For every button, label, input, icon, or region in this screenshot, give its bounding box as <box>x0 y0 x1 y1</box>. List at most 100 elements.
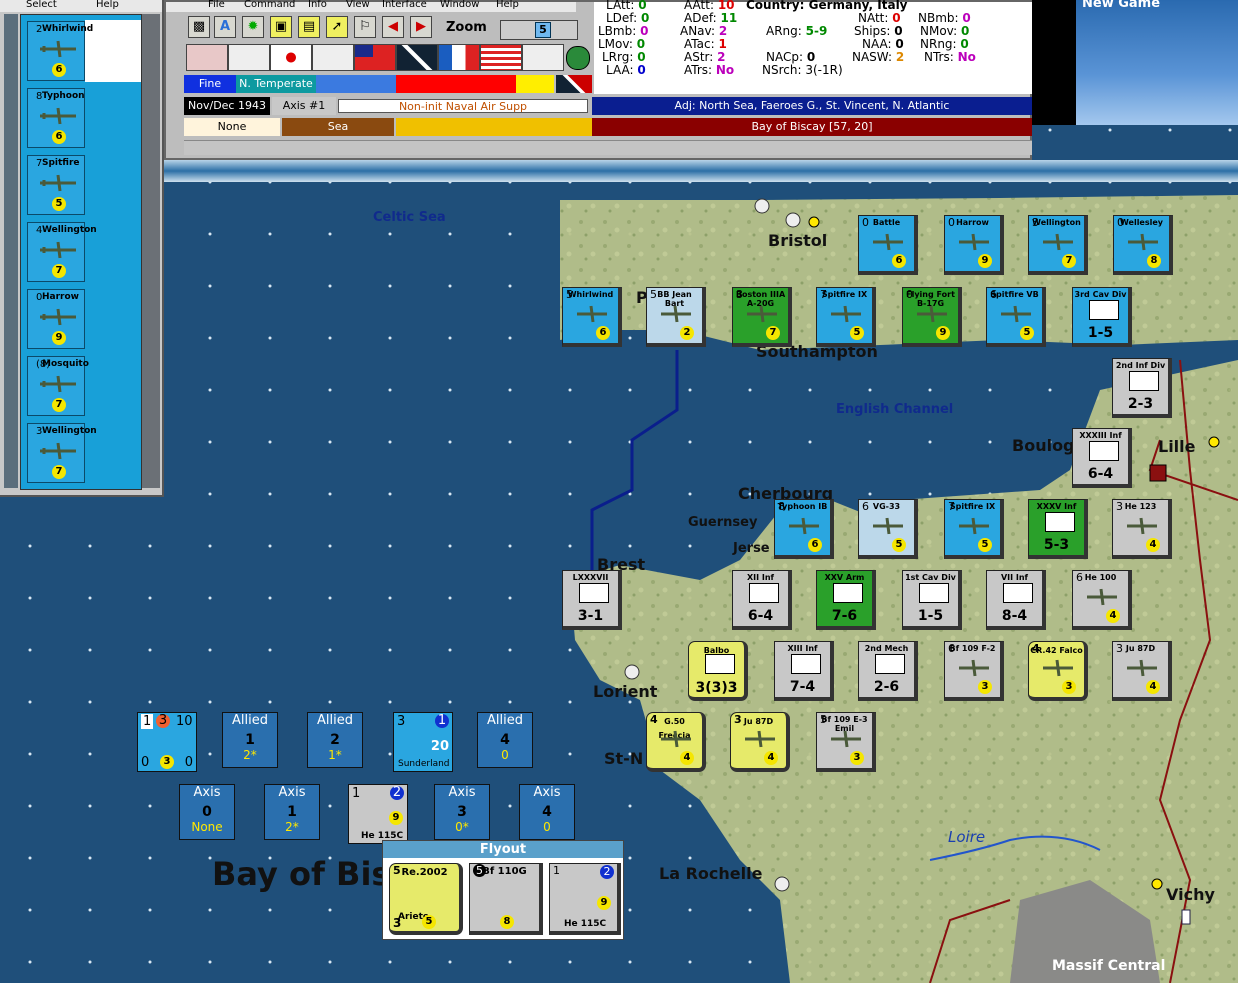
flag-france[interactable] <box>438 44 480 71</box>
map-counter-2[interactable]: Wellington 3 7 <box>1028 215 1088 275</box>
axis-box-4[interactable]: Axis 4 0 <box>519 784 575 840</box>
map-counter-5[interactable]: BB Jean Bart 5 2 <box>646 287 706 347</box>
plane-icon <box>40 241 76 259</box>
allied-naval-counter[interactable]: 1 3 10 0 3 0 <box>137 712 197 772</box>
menu-select-help[interactable]: Help <box>96 0 119 10</box>
map-counter-9[interactable]: Spitfire VB 6 5 <box>986 287 1046 347</box>
tank-icon[interactable]: ▩ <box>188 16 210 38</box>
plane-icon <box>40 107 76 125</box>
map-counter-6[interactable]: Boston IIIA A-20G 3 7 <box>732 287 792 347</box>
map-counter-26[interactable]: 2nd Mech Div2-6 <box>858 641 918 701</box>
allied-box-1[interactable]: Allied 1 2* <box>222 712 278 768</box>
flyout-he115c[interactable]: 1 2 9 He 115C <box>549 863 621 935</box>
menu-select[interactable]: Select <box>26 0 57 10</box>
map-counter-1[interactable]: Harrow 0 9 <box>944 215 1004 275</box>
turn-cell: Nov/Dec 1943 <box>184 97 270 115</box>
select-unit-0[interactable]: 2 Whirlwind 6 <box>27 21 93 81</box>
arrow-left-icon[interactable]: ◀ <box>382 16 404 38</box>
flag-ussr[interactable] <box>522 44 564 71</box>
unit-symbol-icon <box>1003 583 1033 603</box>
unit-symbol-icon <box>919 583 949 603</box>
axis-box-0[interactable]: Axis 0 None <box>179 784 235 840</box>
map-counter-15[interactable]: Spitfire IX 7 5 <box>944 499 1004 559</box>
map-counter-32[interactable]: Bf 109 E-3 Emil 5 3 <box>816 712 876 772</box>
new-game-panel[interactable]: New Game <box>1076 0 1238 125</box>
map-counter-16[interactable]: XXXV Inf 5-3 <box>1028 499 1088 559</box>
map-counter-25[interactable]: XIII Inf 7-4 <box>774 641 834 701</box>
flag-uk[interactable] <box>396 44 438 71</box>
plane-icon <box>1127 659 1157 677</box>
map-counter-24[interactable]: Balbo 3(3)3 <box>688 641 748 701</box>
map-counter-14[interactable]: VG-33 6 5 <box>858 499 918 559</box>
plane-icon <box>1043 659 1073 677</box>
plane-icon <box>1127 517 1157 535</box>
select-unit-1[interactable]: 8 Typhoon 6 <box>27 88 85 148</box>
round-icon[interactable] <box>566 46 590 70</box>
map-counter-12[interactable]: XXXIII Inf 6-4 <box>1072 428 1132 488</box>
gear-icon[interactable]: ✹ <box>242 16 264 38</box>
arrow-right-icon[interactable]: ▶ <box>410 16 432 38</box>
axis-box-3[interactable]: Axis 3 0* <box>434 784 490 840</box>
flag-neutral[interactable] <box>312 44 354 71</box>
menu-info[interactable]: Info <box>308 0 327 10</box>
map-counter-31[interactable]: Ju 87D 3 4 <box>730 712 790 772</box>
allied-box-4[interactable]: Allied 4 0 <box>477 712 533 768</box>
menu-interface[interactable]: Interface <box>382 0 427 10</box>
zoom-out-icon[interactable]: ▤ <box>298 16 320 38</box>
map-counter-8[interactable]: Flying Fort B-17G 0 9 <box>902 287 962 347</box>
zoom-slider-thumb[interactable]: 5 <box>535 22 551 38</box>
map-counter-20[interactable]: XXV Arm 7-6 <box>816 570 876 630</box>
flag-usa[interactable] <box>480 44 522 71</box>
plane-icon <box>831 730 861 748</box>
map-counter-11[interactable]: 2nd Inf Div 2-3 <box>1112 358 1172 418</box>
terrain-cell: Sea <box>282 118 394 136</box>
font-icon[interactable]: A <box>214 16 236 38</box>
map-counter-17[interactable]: He 123 3 4 <box>1112 499 1172 559</box>
select-unit-5[interactable]: (8) Mosquito 7 <box>27 356 89 416</box>
select-unit-3[interactable]: 4 Wellington 7 <box>27 222 97 282</box>
menu-command[interactable]: Command <box>244 0 295 10</box>
zoom-slider[interactable]: 5 <box>500 20 578 40</box>
map-counter-4[interactable]: Whirlwind 5 6 <box>562 287 622 347</box>
select-unit-6[interactable]: 3 Wellington 7 <box>27 423 97 483</box>
map-counter-29[interactable]: Ju 87D 3 4 <box>1112 641 1172 701</box>
map-counter-30[interactable]: G.50 Freccia44 <box>646 712 706 772</box>
pointer-icon[interactable]: ➚ <box>326 16 348 38</box>
sunderland-counter[interactable]: 3 1 20 Sunderland <box>393 712 453 772</box>
map-counter-23[interactable]: He 100 6 4 <box>1072 570 1132 630</box>
flyout-re2002[interactable]: 5 Re.2002 Ariete 3 5 <box>389 863 463 935</box>
menu-help[interactable]: Help <box>496 0 519 10</box>
flag-japan[interactable] <box>270 44 312 71</box>
map-counter-13[interactable]: Typhoon IB 8 6 <box>774 499 834 559</box>
flag-swiss[interactable] <box>228 44 270 71</box>
map-counter-22[interactable]: VII Inf 8-4 <box>986 570 1046 630</box>
map-counter-18[interactable]: LXXXVII Garr3-1 <box>562 570 622 630</box>
map-counter-19[interactable]: XII Inf 6-4 <box>732 570 792 630</box>
plane-icon <box>873 233 903 251</box>
select-unit-list[interactable]: 2 Whirlwind 6 8 Typhoon 6 7 Spitfire 5 4 Wellingto… <box>20 14 142 490</box>
map-counter-0[interactable]: Battle 0 6 <box>858 215 918 275</box>
map-counter-21[interactable]: 1st Cav Div 1-5 <box>902 570 962 630</box>
menu-file[interactable]: File <box>208 0 225 10</box>
map-counter-10[interactable]: 3rd Cav Div 1-5 <box>1072 287 1132 347</box>
select-scrollbar[interactable] <box>142 14 160 488</box>
allied-box-2[interactable]: Allied 2 1* <box>307 712 363 768</box>
map-counter-27[interactable]: Bf 109 F-2 6 3 <box>944 641 1004 701</box>
menu-view[interactable]: View <box>346 0 370 10</box>
map-counter-28[interactable]: CR.42 Falco 4 3 <box>1028 641 1088 701</box>
select-unit-4[interactable]: 0 Harrow 9 <box>27 289 85 349</box>
flag-china[interactable] <box>354 44 396 71</box>
map-counter-7[interactable]: Spitfire IX 7 5 <box>816 287 876 347</box>
menu-window[interactable]: Window <box>440 0 479 10</box>
flyout-bf110g[interactable]: 5 Bf 110G 8 <box>469 863 543 935</box>
he115c-counter[interactable]: 1 2 9 He 115C <box>348 784 408 844</box>
map-counter-3[interactable]: Wellesley 0 8 <box>1113 215 1173 275</box>
unit-symbol-icon <box>579 583 609 603</box>
zoom-in-icon[interactable]: ▣ <box>270 16 292 38</box>
unit-symbol-icon <box>705 654 735 674</box>
axis-box-1[interactable]: Axis 1 2* <box>264 784 320 840</box>
select-unit-2[interactable]: 7 Spitfire 5 <box>27 155 85 215</box>
flag-icon[interactable]: ⚐ <box>354 16 376 38</box>
flag-nationalist[interactable] <box>186 44 228 71</box>
new-game-title[interactable]: New Game <box>1082 0 1160 11</box>
